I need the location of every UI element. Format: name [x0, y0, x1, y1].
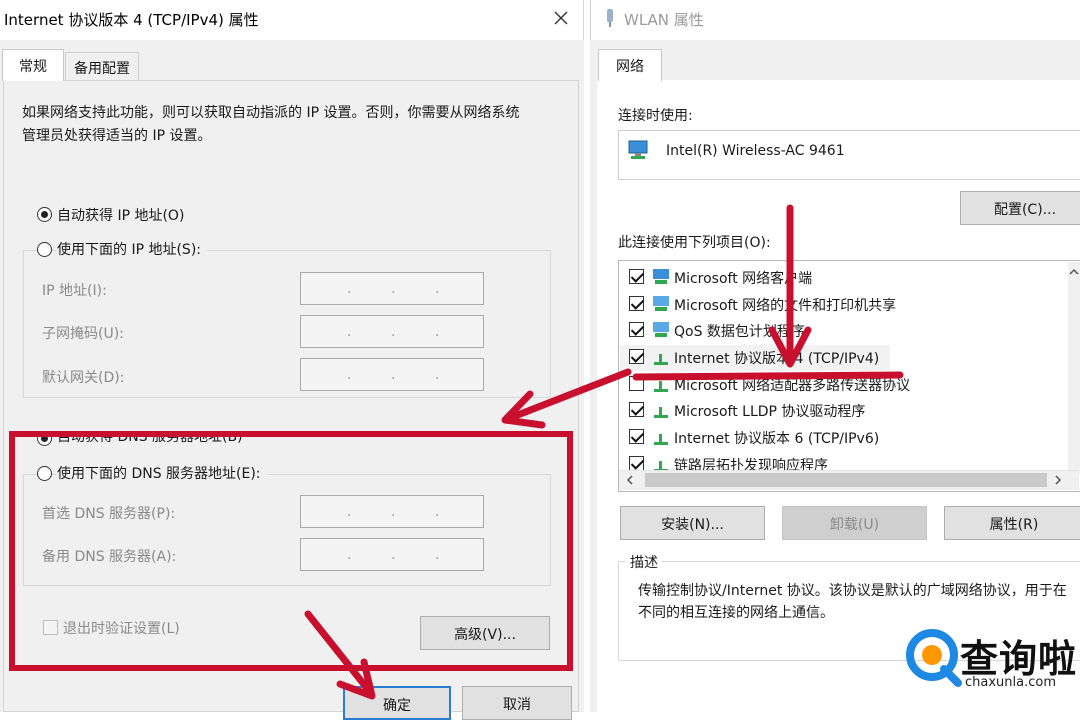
- qos-icon: [653, 322, 669, 337]
- protocol-icon: [654, 381, 668, 392]
- horizontal-scroll-thumb[interactable]: [645, 473, 1047, 487]
- list-item[interactable]: Microsoft LLDP 协议驱动程序: [619, 397, 1071, 423]
- properties-button[interactable]: 属性(R): [944, 506, 1080, 540]
- adapter-name: Intel(R) Wireless-AC 9461: [666, 143, 845, 159]
- annotation-highlight-box: [9, 431, 573, 671]
- protocol-icon: [654, 354, 668, 365]
- close-icon[interactable]: [551, 8, 571, 28]
- configure-button[interactable]: 配置(C)...: [960, 191, 1080, 225]
- connect-using-label: 连接时使用:: [618, 108, 693, 124]
- vertical-scrollbar[interactable]: [1068, 262, 1080, 474]
- network-adapter-icon: [628, 140, 648, 159]
- radio-auto-ip-label: 自动获得 IP 地址(O): [57, 208, 185, 224]
- list-item[interactable]: Microsoft 网络适配器多路传送器协议: [619, 371, 1071, 397]
- item-checkbox[interactable]: [629, 376, 644, 391]
- tab-general[interactable]: 常规: [2, 49, 64, 81]
- list-item-ipv4[interactable]: Internet 协议版本 4 (TCP/IPv4): [619, 344, 1071, 370]
- tab-alternate-config[interactable]: 备用配置: [65, 52, 139, 80]
- right-dialog-title: WLAN 属性: [624, 11, 704, 29]
- item-label: Microsoft LLDP 协议驱动程序: [674, 404, 866, 420]
- items-label: 此连接使用下列项目(O):: [618, 235, 771, 251]
- uninstall-button[interactable]: 卸载(U): [782, 506, 927, 540]
- network-client-icon: [653, 269, 669, 284]
- item-checkbox[interactable]: [629, 322, 644, 337]
- connection-items-list[interactable]: Microsoft 网络客户端 Microsoft 网络的文件和打印机共享 Qo…: [618, 260, 1080, 492]
- item-label: QoS 数据包计划程序: [674, 324, 805, 340]
- wlan-adapter-icon: [607, 9, 613, 27]
- list-item[interactable]: Microsoft 网络的文件和打印机共享: [619, 291, 1071, 317]
- item-checkbox[interactable]: [629, 296, 644, 311]
- file-share-icon: [653, 296, 669, 311]
- item-checkbox[interactable]: [629, 349, 644, 364]
- item-label: Microsoft 网络的文件和打印机共享: [674, 298, 897, 314]
- radio-manual-ip[interactable]: [37, 242, 52, 257]
- scroll-left-icon[interactable]: [624, 474, 636, 486]
- scroll-up-icon[interactable]: [1068, 266, 1080, 278]
- tab-network[interactable]: 网络: [598, 49, 662, 81]
- item-checkbox[interactable]: [629, 429, 644, 444]
- install-button[interactable]: 安装(N)...: [620, 506, 765, 540]
- subnet-mask-input[interactable]: ...: [300, 315, 484, 348]
- cancel-button[interactable]: 取消: [462, 686, 572, 720]
- default-gateway-input[interactable]: ...: [300, 358, 484, 391]
- general-description: 如果网络支持此功能，则可以获取自动指派的 IP 设置。否则，你需要从网络系统管理…: [22, 105, 520, 144]
- ip-address-label: IP 地址(I):: [42, 283, 107, 299]
- list-item[interactable]: Microsoft 网络客户端: [619, 264, 1071, 290]
- ok-button[interactable]: 确定: [343, 686, 451, 720]
- item-checkbox[interactable]: [629, 402, 644, 417]
- protocol-icon: [654, 407, 668, 418]
- description-text: 传输控制协议/Internet 协议。该协议是默认的广域网络协议，用于在不同的相…: [638, 583, 1067, 621]
- subnet-mask-label: 子网掩码(U):: [42, 326, 124, 342]
- list-item[interactable]: QoS 数据包计划程序: [619, 317, 1071, 343]
- ip-address-input[interactable]: ...: [300, 272, 484, 305]
- radio-manual-ip-label: 使用下面的 IP 地址(S):: [57, 239, 207, 259]
- list-item[interactable]: Internet 协议版本 6 (TCP/IPv6): [619, 424, 1071, 450]
- scroll-right-icon[interactable]: [1052, 474, 1064, 486]
- item-label: Microsoft 网络适配器多路传送器协议: [674, 378, 911, 394]
- item-label: Internet 协议版本 4 (TCP/IPv4): [674, 351, 880, 367]
- item-checkbox[interactable]: [629, 269, 644, 284]
- item-label: Microsoft 网络客户端: [674, 271, 813, 287]
- radio-auto-ip[interactable]: [37, 207, 52, 222]
- item-label: Internet 协议版本 6 (TCP/IPv6): [674, 431, 880, 447]
- watermark-domain: chaxunla.com: [965, 675, 1056, 690]
- protocol-icon: [654, 434, 668, 445]
- default-gateway-label: 默认网关(D):: [42, 370, 125, 386]
- description-legend: 描述: [626, 552, 662, 572]
- left-dialog-title: Internet 协议版本 4 (TCP/IPv4) 属性: [4, 11, 259, 29]
- item-checkbox[interactable]: [629, 456, 644, 471]
